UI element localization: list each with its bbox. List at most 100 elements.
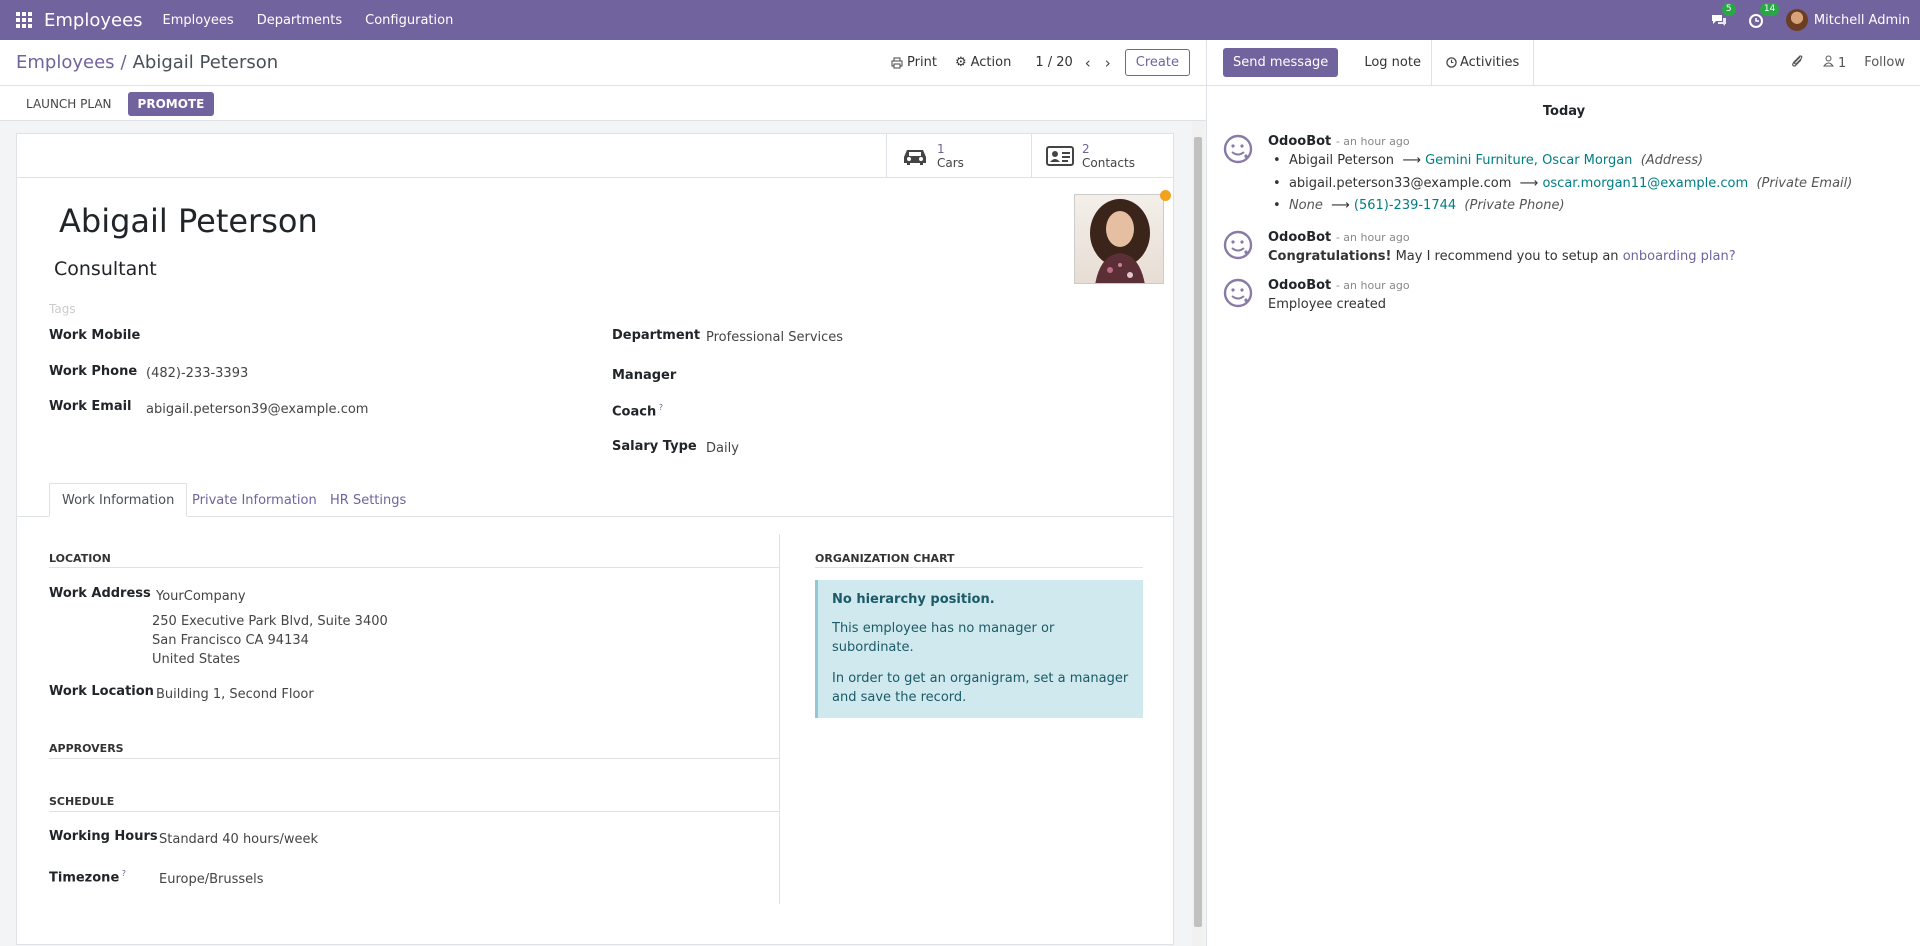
date-separator: Today: [1542, 104, 1586, 119]
notebook-tabs: Work Information Private Information HR …: [17, 483, 1173, 517]
log-note-button[interactable]: Log note: [1354, 39, 1432, 86]
promote-button[interactable]: PROMOTE: [127, 91, 215, 116]
cars-stat-button[interactable]: 1 Cars: [886, 134, 1031, 178]
followers-button[interactable]: 1: [1822, 55, 1846, 71]
activities-label: Activities: [1459, 55, 1520, 70]
activities-button[interactable]: Activities: [1432, 39, 1535, 86]
clock-icon: [1446, 57, 1457, 68]
breadcrumb-current: Abigail Peterson: [132, 52, 279, 73]
odoobot-avatar[interactable]: [1223, 230, 1253, 260]
employee-photo[interactable]: [1074, 194, 1164, 284]
message-body: Employee created: [1268, 297, 1387, 312]
create-button[interactable]: Create: [1124, 49, 1190, 76]
breadcrumb-employees[interactable]: Employees: [16, 52, 115, 73]
working-hours-field[interactable]: Standard 40 hours/week: [159, 832, 318, 847]
app-name[interactable]: Employees: [44, 10, 143, 31]
status-bar: LAUNCH PLAN PROMOTE: [0, 87, 1206, 121]
work-phone-field[interactable]: (482)-233-3393: [146, 366, 248, 381]
apps-menu-icon[interactable]: [16, 12, 32, 28]
activities-badge: 14: [1759, 3, 1780, 16]
work-email-label: Work Email: [49, 399, 132, 414]
work-email-field[interactable]: abigail.peterson39@example.com: [146, 402, 368, 417]
follow-button[interactable]: Follow: [1864, 55, 1905, 70]
pager-value[interactable]: 1 / 20: [1035, 55, 1072, 70]
address-card-icon: [1046, 146, 1074, 166]
schedule-divider: [49, 811, 779, 812]
send-message-button[interactable]: Send message: [1223, 48, 1339, 77]
tab-private-information[interactable]: Private Information: [180, 483, 329, 517]
portrait-image: [1090, 199, 1150, 283]
form-sheet: 1 Cars 2 Contacts Abigail Peterson Consu…: [16, 133, 1174, 945]
tracking-value-private-email: • abigail.peterson33@example.com ⟶ oscar…: [1273, 176, 1853, 191]
odoobot-avatar[interactable]: [1223, 278, 1253, 308]
employee-name-field[interactable]: Abigail Peterson: [59, 202, 318, 240]
menu-employees[interactable]: Employees: [163, 13, 234, 28]
action-label: Action: [970, 55, 1012, 70]
contacts-count: 2: [1082, 142, 1090, 156]
tags-field[interactable]: Tags: [49, 302, 76, 316]
odoobot-avatar[interactable]: [1223, 134, 1253, 164]
tab-hr-settings[interactable]: HR Settings: [318, 483, 418, 517]
org-no-position: No hierarchy position.: [832, 592, 995, 607]
contacts-stat-button[interactable]: 2 Contacts: [1031, 134, 1176, 178]
message-date: - an hour ago: [1335, 231, 1410, 244]
car-icon: [904, 150, 926, 165]
user-icon: [1822, 55, 1834, 66]
print-label: Print: [907, 55, 937, 70]
arrow-right-icon: ⟶: [1519, 176, 1539, 191]
cars-count: 1: [937, 142, 945, 156]
timezone-label-text: Timezone: [49, 870, 120, 886]
action-button[interactable]: ⚙ Action: [955, 55, 1011, 70]
launch-plan-button[interactable]: LAUNCH PLAN: [16, 92, 122, 116]
org-chart-divider: [815, 567, 1143, 568]
message-author[interactable]: OdooBot - an hour ago: [1268, 230, 1410, 245]
button-box: 1 Cars 2 Contacts: [17, 134, 1173, 178]
scrollbar-thumb[interactable]: [1194, 137, 1202, 927]
work-address-label: Work Address: [49, 586, 151, 601]
work-mobile-label: Work Mobile: [49, 328, 141, 343]
tab-work-information[interactable]: Work Information: [49, 483, 188, 517]
form-scrollbar[interactable]: [1192, 121, 1204, 946]
gear-icon: ⚙: [954, 55, 967, 70]
message-date: - an hour ago: [1335, 135, 1410, 148]
coach-field[interactable]: [706, 403, 1146, 421]
menu-configuration[interactable]: Configuration: [365, 13, 453, 28]
contacts-label: Contacts: [1082, 156, 1135, 170]
pager-previous-icon[interactable]: ‹: [1085, 54, 1091, 72]
address-street: 250 Executive Park Blvd, Suite 3400: [152, 614, 388, 629]
salary-type-field[interactable]: Daily: [706, 441, 739, 456]
onboarding-plan-link[interactable]: onboarding plan?: [1623, 249, 1736, 264]
timezone-field[interactable]: Europe/Brussels: [159, 872, 264, 887]
org-hint: In order to get an organigram, set a man…: [832, 671, 1129, 705]
print-button[interactable]: Print: [891, 55, 937, 70]
message-author[interactable]: OdooBot - an hour ago: [1268, 278, 1410, 293]
work-address-field[interactable]: YourCompany: [156, 589, 246, 604]
approvers-divider: [49, 758, 779, 759]
user-avatar[interactable]: [1785, 9, 1808, 31]
work-location-field[interactable]: Building 1, Second Floor: [156, 687, 314, 702]
work-location-label: Work Location: [49, 684, 154, 699]
pager-next-icon[interactable]: ›: [1105, 54, 1111, 72]
manager-field[interactable]: [706, 368, 1146, 386]
paperclip-icon[interactable]: [1791, 54, 1805, 72]
help-icon[interactable]: ?: [119, 869, 126, 878]
salary-type-label: Salary Type: [612, 439, 697, 454]
address-country: United States: [152, 652, 241, 667]
breadcrumb: Employees / Abigail Peterson: [16, 52, 278, 73]
menu-departments[interactable]: Departments: [257, 13, 342, 28]
message-author[interactable]: OdooBot - an hour ago: [1268, 134, 1410, 149]
messaging-menu[interactable]: 5: [1710, 3, 1736, 29]
working-hours-label: Working Hours: [49, 829, 158, 844]
print-icon: [891, 57, 903, 68]
job-title-field[interactable]: Consultant: [54, 258, 157, 280]
department-label: Department: [612, 328, 701, 343]
user-name[interactable]: Mitchell Admin: [1814, 13, 1910, 28]
manager-label: Manager: [612, 368, 677, 383]
activity-menu[interactable]: 14: [1748, 3, 1780, 29]
location-divider: [49, 567, 779, 568]
help-icon[interactable]: ?: [656, 403, 663, 412]
breadcrumb-separator: /: [120, 52, 127, 73]
message-date: - an hour ago: [1335, 279, 1410, 292]
department-field[interactable]: Professional Services: [706, 330, 843, 345]
schedule-section-title: SCHEDULE: [49, 795, 115, 808]
